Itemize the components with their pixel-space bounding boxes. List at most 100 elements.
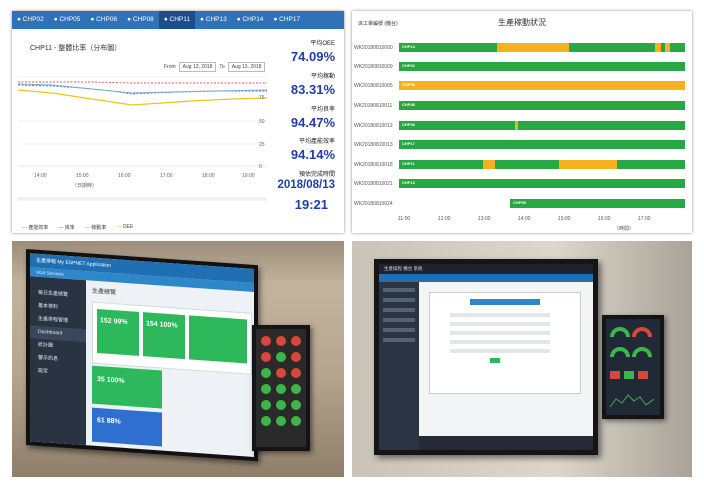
gantt-title: 生產稼動狀況 <box>498 18 546 27</box>
submit-button[interactable] <box>490 358 500 363</box>
x-axis-label: （日期時） <box>72 183 97 189</box>
photo-wall-monitors-left: 生產排程 My ESPNET Application VGA Services … <box>12 241 344 477</box>
monitor-secondary <box>252 325 310 451</box>
machine-card[interactable]: 152 99% <box>97 308 139 356</box>
machine-card[interactable] <box>189 315 247 364</box>
status-board: 152 99% 154 100% <box>92 301 252 375</box>
bar-tag: CHP17 <box>402 141 415 146</box>
gantt-bar[interactable]: CHP13 <box>399 179 685 188</box>
sidebar-item[interactable]: 設定 <box>30 364 86 381</box>
gantt-bar[interactable]: CHP08 <box>399 101 685 110</box>
legend-item[interactable]: — 產能效率 <box>22 224 48 231</box>
legend-label: OEE <box>122 224 134 230</box>
app-header <box>379 274 593 282</box>
bar-tag: CHP08 <box>402 102 415 107</box>
legend-label: 良率 <box>64 225 75 231</box>
y-tick: 0 <box>259 164 262 170</box>
row-label: WK20180810009 <box>354 64 393 70</box>
y-tick: 75 <box>259 95 265 101</box>
card-value: 154 <box>146 320 158 329</box>
legend-item[interactable]: — OEE <box>116 224 133 231</box>
kpi-value: 94.47% <box>290 115 335 130</box>
bar-tag: CHP13 <box>402 180 415 185</box>
gantt-bar[interactable]: CHP14 <box>399 43 685 52</box>
legend-label: 稼動率 <box>91 225 107 231</box>
range-navigator[interactable] <box>17 197 267 201</box>
x-tick: 18:00 <box>202 173 215 179</box>
kpi-value: 19:21 <box>294 197 328 212</box>
x-tick: 14:00 <box>34 173 47 179</box>
gantt-bar[interactable]: CHP08 <box>399 81 685 90</box>
machine-card[interactable]: 35 100% <box>92 365 162 409</box>
machine-status-grid <box>256 329 306 447</box>
card-value: 88% <box>106 417 121 426</box>
x-tick: 17:00 <box>638 216 651 222</box>
x-tick: 15:00 <box>558 216 571 222</box>
x-axis-label: （時間） <box>614 226 635 232</box>
monitor-secondary <box>602 315 664 419</box>
kpi-value: 94.14% <box>290 147 335 162</box>
bar-tag: CHP14 <box>402 44 415 49</box>
kpi-value: 2018/08/13 <box>277 179 335 191</box>
taskbar <box>419 436 593 450</box>
bar-tag: CHP05 <box>513 200 526 205</box>
gauge-dashboard <box>606 319 660 415</box>
gantt-bar[interactable]: CHP02 <box>399 62 685 71</box>
x-tick: 13:00 <box>478 216 491 222</box>
legend-label: 產能效率 <box>28 225 49 231</box>
oee-line <box>17 89 268 106</box>
legend-item[interactable]: — 良率 <box>58 224 74 231</box>
card-value: 152 <box>100 317 112 325</box>
bar-tag: CHP06 <box>402 122 415 127</box>
row-label: WK20180810011 <box>354 103 393 109</box>
kpi-label: 平均產能效率 <box>298 139 335 145</box>
gantt-bar[interactable]: CHP05 <box>510 199 685 208</box>
speed-line <box>17 83 268 94</box>
row-label: WK20180810012 <box>354 123 393 129</box>
monitor-screen: 生產排程 My ESPNET Application VGA Services … <box>30 253 254 457</box>
machine-card[interactable]: 154 100% <box>143 312 185 360</box>
gantt-bar[interactable]: CHP06 <box>399 121 685 130</box>
bar-tag: CHP02 <box>402 63 415 68</box>
row-label: WK20180810024 <box>354 201 393 207</box>
card-value: 99% <box>113 318 128 327</box>
row-label: WK20180810013 <box>354 142 393 148</box>
machine-card[interactable]: 61 88% <box>92 407 162 447</box>
kpi-value: 74.09% <box>290 49 335 64</box>
tab-label: CHP17 <box>279 16 301 23</box>
x-tick: 16:00 <box>598 216 611 222</box>
card-value: 100% <box>106 376 125 385</box>
card-value: 100% <box>159 321 178 330</box>
bar-tag: CHP08 <box>402 82 415 87</box>
bar-tag: CHP11 <box>402 161 415 166</box>
gantt-bar[interactable]: CHP17 <box>399 140 685 149</box>
card-value: 35 <box>97 375 105 384</box>
app-sidebar: 每日生產總覽 基本資料 生產排程管理 Dashboard 統計圖 警示訊息 設定 <box>30 276 86 446</box>
gantt-header-label: 派工單編號 (機台) <box>358 21 398 27</box>
gantt-panel: 生產稼動狀況 派工單編號 (機台) WK20180810000 CHP14 WK… <box>352 11 692 233</box>
row-label: WK20180810005 <box>354 83 393 89</box>
oee-line-chart: 75 50 25 0 14:00 15:00 16:00 17:00 18:00… <box>17 76 268 201</box>
x-tick: 16:00 <box>118 173 131 179</box>
monitor-main: 生產排程 機台 系統 <box>374 259 598 455</box>
gantt-bar[interactable]: CHP11 <box>399 160 685 169</box>
legend-item[interactable]: — 稼動率 <box>85 224 106 231</box>
oee-dashboard-panel: ● CHP02 ● CHP05 ● CHP06 ● CHP08 ● CHP11 … <box>12 11 344 233</box>
app-sidebar <box>379 282 419 450</box>
row-label: WK20180810018 <box>354 162 393 168</box>
chart-legend: — 產能效率 — 良率 — 稼動率 — OEE <box>22 224 133 231</box>
kpi-label: 平均稼動 <box>310 74 335 80</box>
x-tick: 11:00 <box>398 216 411 222</box>
kpi-label: 平均OEE <box>310 41 335 47</box>
monitor-screen: 生產排程 機台 系統 <box>379 264 593 450</box>
form-card <box>429 292 581 394</box>
photo-wall-monitors-right: 生產排程 機台 系統 <box>352 241 692 477</box>
monitor-main: 生產排程 My ESPNET Application VGA Services … <box>26 249 258 462</box>
x-tick: 14:00 <box>518 216 531 222</box>
main-title: 生產總覽 <box>92 288 117 297</box>
card-value: 61 <box>97 416 105 425</box>
x-tick: 17:00 <box>160 173 173 179</box>
yield-line <box>18 81 267 84</box>
x-tick: 19:00 <box>242 173 255 179</box>
y-tick: 25 <box>259 142 265 148</box>
